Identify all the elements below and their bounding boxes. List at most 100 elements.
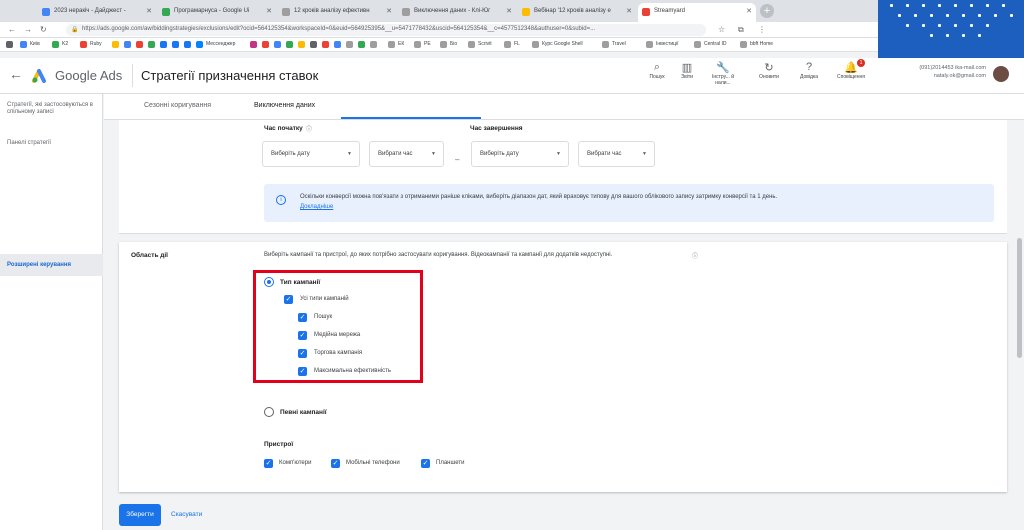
back-icon[interactable]: ← — [8, 25, 16, 34]
bookmark-item[interactable]: Біо — [450, 41, 457, 47]
browser-tab-active[interactable]: Streamyard ✕ — [638, 3, 756, 22]
end-time-select[interactable]: Вибрати час ▼ — [578, 141, 655, 167]
bookmarks-bar: Київ K2 Ruby Мессенджер ЕК РЕ Біо Scrivi… — [0, 38, 1024, 52]
refresh-button[interactable]: ↻ Оновити — [750, 58, 788, 94]
sidebar-item-strategy-panels[interactable]: Панелі стратегії — [7, 140, 97, 147]
browser-tab[interactable]: 2023 неракіч - Дайджест - ✕ — [38, 3, 156, 22]
avatar[interactable] — [993, 66, 1009, 82]
browser-tab[interactable]: Програмарнуса - Google Ui ✕ — [158, 3, 276, 22]
bookmark-icon — [124, 41, 131, 48]
close-tab-icon[interactable]: ✕ — [506, 7, 512, 15]
bookmark-item[interactable]: Мессенджер — [206, 41, 235, 47]
bookmark-item[interactable]: ЕК — [398, 41, 404, 47]
sidebar: Стратегії, які застосовуються в спільном… — [0, 94, 103, 530]
bookmark-icon — [322, 41, 329, 48]
tab-data-exclusions[interactable]: Виключення даних — [254, 102, 315, 109]
bookmark-icon — [52, 41, 59, 48]
browser-tab[interactable]: 12 кроків аналізу ефективн ✕ — [278, 3, 396, 22]
sidebar-item-shared-strategies[interactable]: Стратегії, які застосовуються в спільном… — [7, 102, 97, 116]
bookmark-item[interactable]: K2 — [62, 41, 68, 47]
folder-icon — [468, 41, 475, 48]
new-tab-button[interactable]: + — [760, 4, 774, 18]
bookmark-item[interactable]: Київ — [30, 41, 40, 47]
bookmark-item[interactable]: Курс Google Shell — [542, 41, 583, 47]
bookmark-icon — [274, 41, 281, 48]
star-icon[interactable]: ☆ — [718, 25, 725, 34]
dropdown-arrow-icon: ▼ — [642, 151, 647, 157]
account-info[interactable]: (091)2014453 ika-mail.com nataly.ok@gmai… — [886, 64, 986, 80]
all-campaign-types-checkbox[interactable]: ✓ — [284, 295, 293, 304]
help-button[interactable]: ? Довідка — [790, 58, 828, 94]
reload-icon[interactable]: ↻ — [40, 25, 47, 34]
cancel-button[interactable]: Скасувати — [171, 511, 202, 518]
bookmark-item[interactable]: FL — [514, 41, 520, 47]
scope-description: Виберіть кампанії та пристрої, до яких п… — [264, 252, 613, 258]
bookmark-item[interactable]: Scrivit — [478, 41, 492, 47]
apps-icon[interactable] — [6, 41, 13, 48]
help-circle-icon[interactable]: ⓘ — [692, 251, 698, 260]
close-tab-icon[interactable]: ✕ — [146, 7, 152, 15]
folder-icon — [414, 41, 421, 48]
sidebar-item-advanced-controls[interactable]: Розширені керування — [7, 262, 97, 269]
tab-title: Вебінар '12 кроків аналізу е — [534, 8, 611, 14]
back-arrow-icon[interactable]: ← — [9, 66, 23, 82]
bookmark-item[interactable]: Travel — [612, 41, 626, 47]
performance-max-checkbox[interactable]: ✓ — [298, 367, 307, 376]
end-date-select[interactable]: Виберіть дату ▼ — [471, 141, 569, 167]
learn-more-link[interactable]: Докладніше — [300, 204, 333, 210]
close-tab-icon[interactable]: ✕ — [386, 7, 392, 15]
display-network-checkbox[interactable]: ✓ — [298, 331, 307, 340]
bookmark-icon — [298, 41, 305, 48]
folder-icon — [504, 41, 511, 48]
url-field[interactable]: 🔒 https://ads.google.com/aw/biddingstrat… — [66, 24, 706, 36]
computers-label: Комп'ютери — [279, 460, 312, 466]
browser-tab[interactable]: Вебінар '12 кроків аналізу е ✕ — [518, 3, 636, 22]
bookmark-item[interactable]: Ruby — [90, 41, 102, 47]
tab-favicon-icon — [162, 8, 170, 16]
tab-title: Виключення даних - Клі-Юг — [414, 8, 491, 14]
bookmark-item[interactable]: Central ID — [704, 41, 727, 47]
lock-icon: 🔒 — [71, 27, 79, 33]
scope-card: Область дії Виберіть кампанії та пристро… — [119, 242, 1007, 492]
scope-label: Область дії — [131, 252, 169, 259]
forward-icon[interactable]: → — [24, 25, 32, 34]
notification-count-badge: 1 — [857, 59, 865, 67]
start-date-select[interactable]: Виберіть дату ▼ — [262, 141, 360, 167]
info-icon: i — [276, 195, 286, 205]
bookmark-item[interactable]: Інвестиції — [656, 41, 678, 47]
bookmark-icon — [334, 41, 341, 48]
bookmark-icon — [250, 41, 257, 48]
tablets-checkbox[interactable]: ✓ — [421, 459, 430, 468]
extensions-icon[interactable]: ⧉ — [738, 25, 744, 35]
address-bar-row: ← → ↻ 🔒 https://ads.google.com/aw/biddin… — [0, 22, 1024, 38]
help-circle-icon[interactable]: ⓘ — [306, 124, 312, 133]
tab-title: Streamyard — [654, 8, 686, 14]
mobile-phones-checkbox[interactable]: ✓ — [331, 459, 340, 468]
tools-button[interactable]: 🔧 Інстру... й нали... — [704, 58, 742, 94]
notifications-button[interactable]: 🔔 Сповіщення 1 — [832, 58, 870, 94]
start-time-select[interactable]: Вибрати час ▼ — [369, 141, 444, 167]
help-icon: ? — [805, 61, 813, 73]
specific-campaigns-radio[interactable] — [264, 407, 274, 417]
bookmark-item[interactable]: РЕ — [424, 41, 431, 47]
folder-icon — [646, 41, 653, 48]
close-tab-icon[interactable]: ✕ — [266, 7, 272, 15]
tab-seasonality-adjustments[interactable]: Сезонні коригування — [144, 102, 211, 109]
folder-icon — [740, 41, 747, 48]
webcam-overlay — [878, 0, 1024, 58]
product-name: Google Ads — [55, 68, 123, 83]
save-button[interactable]: Зберегти — [119, 504, 161, 526]
reports-button[interactable]: ▥ Звіти — [668, 58, 706, 94]
campaign-type-radio[interactable] — [264, 277, 274, 287]
bookmark-item[interactable]: bbft Home — [750, 41, 773, 47]
computers-checkbox[interactable]: ✓ — [264, 459, 273, 468]
menu-icon[interactable]: ⋮ — [758, 25, 766, 34]
close-tab-icon[interactable]: ✕ — [626, 7, 632, 15]
shopping-campaign-checkbox[interactable]: ✓ — [298, 349, 307, 358]
close-tab-icon[interactable]: ✕ — [746, 7, 752, 15]
browser-tab[interactable]: Виключення даних - Клі-Юг ✕ — [398, 3, 516, 22]
browser-tab-bar: 2023 неракіч - Дайджест - ✕ Програмарнус… — [0, 0, 1024, 22]
search-checkbox[interactable]: ✓ — [298, 313, 307, 322]
dropdown-arrow-icon: ▼ — [431, 151, 436, 157]
scrollbar[interactable] — [1017, 238, 1022, 358]
